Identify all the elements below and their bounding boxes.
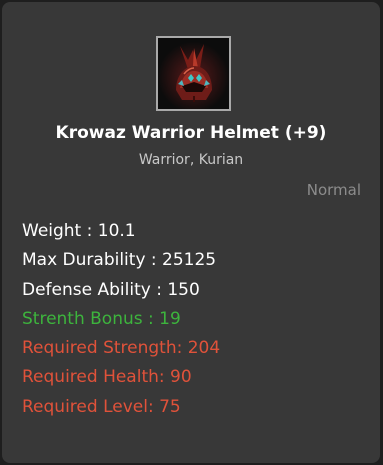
stat-weight: Weight : 10.1 <box>22 221 136 241</box>
item-class-restriction: Warrior, Kurian <box>138 152 244 168</box>
stat-required-level: Required Level: 75 <box>22 396 181 417</box>
item-stats-list: Weight : 10.1 Max Durability : 25125 Def… <box>22 217 220 422</box>
helmet-icon <box>158 38 229 109</box>
stat-required-strength: Required Strength: 204 <box>22 338 221 359</box>
stat-max-durability: Max Durability : 25125 <box>22 250 217 271</box>
item-grade: Normal <box>306 181 361 199</box>
item-tooltip: Krowaz Warrior Helmet (+9) Warrior, Kuri… <box>2 2 380 463</box>
stat-defense-ability: Defense Ability : 150 <box>22 279 200 300</box>
stat-required-health: Required Health: 90 <box>22 367 192 388</box>
item-name: Krowaz Warrior Helmet (+9) <box>55 123 327 143</box>
stat-strength-bonus: Strenth Bonus : 19 <box>22 308 181 329</box>
item-icon-frame <box>156 36 231 111</box>
